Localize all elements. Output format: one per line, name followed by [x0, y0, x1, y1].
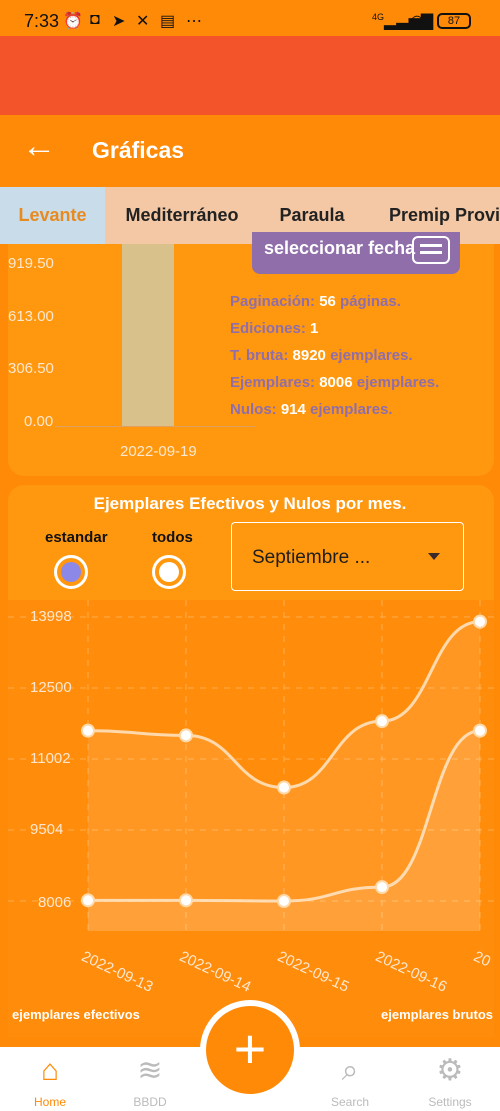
- page-title: Gráficas: [92, 137, 185, 163]
- y-tick: 13998: [30, 608, 72, 625]
- stat-tbruta: T. bruta: 8920 ejemplares.: [230, 347, 413, 364]
- radio-todos-label: todos: [152, 529, 193, 546]
- gear-icon: ⚙: [436, 1054, 464, 1087]
- data-point: [277, 780, 291, 795]
- database-icon: ≋: [137, 1054, 163, 1087]
- nav-search-label: Search: [330, 1095, 370, 1109]
- telegram-icon: ➤: [112, 13, 126, 30]
- y-tick: 306.50: [8, 360, 54, 377]
- y-tick: 613.00: [8, 308, 54, 325]
- data-point: [277, 894, 291, 908]
- message-icon: ▤: [160, 13, 176, 30]
- data-point: [375, 714, 389, 729]
- chart-title: Ejemplares Efectivos y Nulos por mes.: [93, 494, 407, 513]
- alarm-icon: ⏰: [63, 13, 83, 30]
- data-point: [81, 893, 95, 908]
- y-tick: 12500: [30, 679, 72, 696]
- y-tick: 0.00: [24, 413, 54, 430]
- app-bar: ← Gráficas: [0, 115, 500, 187]
- data-point: [179, 728, 193, 743]
- battery-level: 87: [447, 15, 461, 27]
- y-tick: 9504: [30, 821, 64, 838]
- month-select[interactable]: Septiembre ...: [231, 522, 464, 591]
- ad-banner[interactable]: [0, 36, 500, 115]
- chevron-down-icon: [428, 553, 440, 560]
- tab-levante[interactable]: Levante: [0, 187, 105, 244]
- select-date-label: seleccionar fecha: [264, 238, 416, 258]
- stat-paginacion: Paginación: 56 páginas.: [230, 293, 401, 310]
- stat-ejemplares: Ejemplares: 8006 ejemplares.: [230, 374, 440, 391]
- nav-bbdd[interactable]: ≋ BBDD: [100, 1047, 200, 1111]
- stat-ediciones: Ediciones: 1: [230, 320, 319, 337]
- plus-icon: +: [206, 1006, 294, 1094]
- stat-nulos: Nulos: 914 ejemplares.: [230, 401, 393, 418]
- nav-bbdd-label: BBDD: [133, 1095, 167, 1109]
- tab-mediterraneo[interactable]: Mediterráneo: [112, 187, 252, 244]
- network-type: 4G: [372, 12, 385, 22]
- add-button[interactable]: +: [200, 1000, 300, 1100]
- radio-estandar[interactable]: [54, 555, 88, 589]
- data-point: [375, 880, 389, 895]
- nav-search[interactable]: ⌕ Search: [300, 1047, 400, 1111]
- home-icon: ⌂: [40, 1054, 60, 1087]
- nfc-icon: ◘: [90, 11, 100, 28]
- data-point: [473, 614, 487, 629]
- status-bar: 7:33 ⏰ ◘ ➤ ✕ ▤ ⋯ 4G ▂▃▅▇ ◠ 87: [0, 0, 500, 36]
- y-tick: 919.50: [8, 255, 54, 272]
- data-point: [179, 893, 193, 908]
- status-time: 7:33: [24, 11, 60, 31]
- nav-settings[interactable]: ⚙ Settings: [400, 1047, 500, 1111]
- data-point: [81, 723, 95, 738]
- data-point: [473, 723, 487, 738]
- search-icon: ⌕: [341, 1054, 359, 1087]
- daily-bar: [122, 244, 174, 426]
- battery-icon: 87: [437, 13, 471, 29]
- more-notifications-icon: ⋯: [186, 13, 202, 30]
- y-tick: 11002: [30, 750, 71, 767]
- legend-efectivos: ejemplares efectivos: [12, 1007, 140, 1022]
- nav-home[interactable]: ⌂ Home: [0, 1047, 100, 1111]
- radio-estandar-label: estandar: [45, 529, 108, 546]
- x-axis-line: [55, 426, 255, 427]
- nav-settings-label: Settings: [428, 1095, 472, 1109]
- nav-home-label: Home: [33, 1095, 66, 1109]
- wifi-icon: ◠: [410, 13, 424, 30]
- app-icon: ✕: [136, 13, 150, 30]
- radio-todos[interactable]: [152, 555, 186, 589]
- y-tick: 8006: [38, 894, 72, 911]
- list-icon: [412, 236, 450, 264]
- select-date-button[interactable]: seleccionar fecha: [252, 232, 460, 274]
- legend-brutos: ejemplares brutos: [381, 1007, 493, 1022]
- signal-icon: ▂▃▅▇: [384, 13, 434, 30]
- back-arrow-icon[interactable]: ←: [22, 127, 56, 166]
- x-tick: 2022-09-19: [120, 443, 197, 460]
- month-select-value: Septiembre ...: [252, 547, 371, 568]
